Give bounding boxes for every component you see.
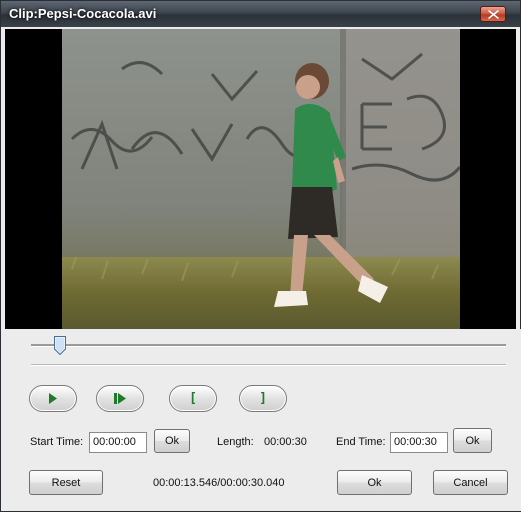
start-time-field[interactable]: 00:00:00 <box>89 432 147 453</box>
start-time-label: Start Time: <box>30 436 84 448</box>
ok-button[interactable]: Ok <box>337 470 412 495</box>
step-forward-icon <box>113 393 126 404</box>
mark-out-icon: ] <box>259 391 267 406</box>
mark-out-button[interactable]: ] <box>239 385 287 412</box>
play-button[interactable] <box>29 385 77 412</box>
separator <box>31 364 506 366</box>
length-value: 00:00:30 <box>264 436 307 448</box>
clip-dialog: Clip:Pepsi-Cocacola.avi [] Start Time: … <box>0 0 521 512</box>
seek-thumb-icon <box>54 336 66 356</box>
play-icon <box>49 393 57 404</box>
end-time-label: End Time: <box>336 436 386 448</box>
start-ok-button[interactable]: Ok <box>154 429 190 453</box>
video-frame-image <box>62 29 460 329</box>
step-forward-button[interactable] <box>96 385 144 412</box>
time-readout: 00:00:13.546/00:00:30.040 <box>153 477 285 489</box>
seek-track[interactable] <box>31 344 506 347</box>
end-time-field[interactable]: 00:00:30 <box>390 432 448 453</box>
reset-button[interactable]: Reset <box>29 470 103 495</box>
window-title: Clip:Pepsi-Cocacola.avi <box>9 6 157 21</box>
mark-in-button[interactable]: [ <box>169 385 217 412</box>
seek-thumb[interactable] <box>54 336 66 356</box>
close-button[interactable] <box>480 6 506 22</box>
end-ok-button[interactable]: Ok <box>453 428 492 453</box>
length-label: Length: <box>217 436 254 448</box>
video-preview <box>5 29 516 329</box>
cancel-button[interactable]: Cancel <box>433 470 508 495</box>
title-bar[interactable]: Clip:Pepsi-Cocacola.avi <box>1 1 520 27</box>
video-frame <box>62 29 460 329</box>
close-icon <box>488 10 499 19</box>
mark-in-icon: [ <box>189 391 197 406</box>
